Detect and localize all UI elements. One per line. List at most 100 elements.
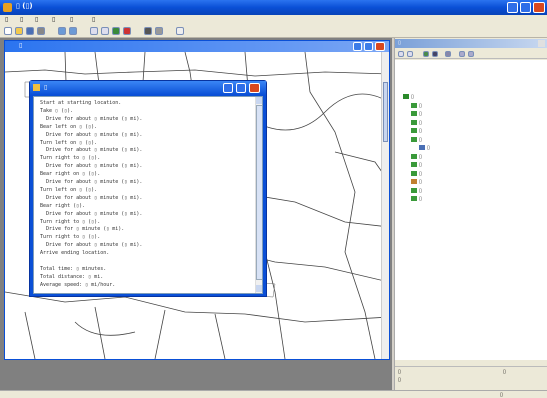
toolbar <box>0 24 547 38</box>
map-minimize-button[interactable] <box>353 42 362 51</box>
app-icon <box>3 3 12 12</box>
direction-line: Bear left on ▯ (▯). <box>40 123 98 130</box>
layer-group-icon <box>403 94 409 99</box>
open-icon[interactable] <box>15 27 23 35</box>
catalog-down-icon[interactable] <box>468 51 474 57</box>
menu-item-window[interactable]: ▯ <box>70 16 73 23</box>
catalog-tree-item[interactable]: ▯ <box>411 196 422 203</box>
map-icon <box>411 187 417 193</box>
status-coords: ▯ <box>500 392 503 398</box>
select-icon[interactable] <box>123 27 131 35</box>
menu-item-view[interactable]: ▯ <box>35 16 38 23</box>
directions-close-button[interactable] <box>249 83 260 93</box>
direction-line: Turn left on ▯ (▯). <box>40 139 98 146</box>
directions-scroll-thumb[interactable] <box>256 105 262 280</box>
catalog-item-label: ▯ <box>419 153 422 160</box>
catalog-footer-sub: ▯ <box>398 377 401 383</box>
direction-line: Drive for about ▯ minute (▯ mi). <box>40 163 143 170</box>
menu-item-edit[interactable]: ▯ <box>20 16 23 23</box>
directions-maximize-button[interactable] <box>236 83 246 93</box>
catalog-footer-left: ▯ <box>398 369 401 375</box>
directions-minimize-button[interactable] <box>223 83 233 93</box>
catalog-close-icon[interactable] <box>538 40 545 47</box>
directions-scrollbar[interactable] <box>255 97 262 293</box>
catalog-tree-item[interactable]: ▯ <box>411 187 422 195</box>
layer-icon <box>411 196 417 201</box>
menu-item-tools[interactable]: ▯ <box>52 16 55 23</box>
catalog-titlebar: ▯ <box>395 39 547 48</box>
catalog-tree-item[interactable]: ▯ <box>411 111 422 118</box>
direction-line: Drive for about ▯ minute (▯ mi). <box>40 194 143 201</box>
direction-line: Turn right to ▯ (▯). <box>40 155 101 162</box>
catalog-db-icon[interactable] <box>432 51 438 57</box>
catalog-item-label: ▯ <box>419 102 422 109</box>
menu-item-file[interactable]: ▯ <box>5 16 8 23</box>
directions-scroll-down[interactable] <box>256 285 262 292</box>
direction-line: Drive for about ▯ minute (▯ mi). <box>40 147 143 154</box>
maximize-button[interactable] <box>520 2 531 13</box>
catalog-tree: ▯ ▯ ▯ ▯ ▯ ▯ ▯ ▯ ▯ ▯ ▯ ▯ ▯ <box>395 60 547 360</box>
layer-icon <box>411 102 417 108</box>
catalog-tree-item[interactable]: ▯ <box>411 179 422 186</box>
menu-item-help[interactable]: ▯ <box>92 16 95 23</box>
catalog-tree-item[interactable]: ▯ <box>411 136 422 144</box>
measure-icon[interactable] <box>155 27 163 35</box>
identify-icon[interactable] <box>112 27 120 35</box>
app-titlebar: ▯ (▯) <box>0 0 547 15</box>
layer-icon <box>411 119 417 125</box>
map-vertical-scrollbar[interactable] <box>381 52 389 359</box>
catalog-up-icon[interactable] <box>459 51 465 57</box>
catalog-item-label: ▯ <box>419 179 422 185</box>
save-icon[interactable] <box>26 27 34 35</box>
layer-icon <box>411 162 417 167</box>
direction-line: Drive for about ▯ minute (▯ mi). <box>40 242 143 249</box>
help-icon[interactable] <box>176 27 184 35</box>
close-button[interactable] <box>533 2 545 13</box>
catalog-item-label: ▯ <box>411 94 414 100</box>
scroll-thumb[interactable] <box>383 82 388 142</box>
layer-icon <box>411 111 417 116</box>
catalog-tree-item[interactable]: ▯ <box>411 128 422 135</box>
catalog-tree-item[interactable]: ▯ <box>411 153 422 161</box>
catalog-footer: ▯ ▯ ▯ <box>395 366 547 384</box>
catalog-remove-icon[interactable] <box>407 51 413 57</box>
catalog-layer-icon[interactable] <box>423 51 429 57</box>
catalog-tree-item[interactable]: ▯ <box>419 145 430 152</box>
zoom-icon[interactable] <box>90 27 98 35</box>
map-maximize-button[interactable] <box>364 42 373 51</box>
catalog-tree-item[interactable]: ▯ <box>403 94 414 101</box>
minimize-button[interactable] <box>507 2 518 13</box>
catalog-tree-item[interactable]: ▯ <box>411 162 422 169</box>
catalog-panel: ▯ ▯ ▯ ▯ ▯ ▯ ▯ ▯ ▯ ▯ ▯ ▯ ▯ ▯ ▯ ▯ ▯ <box>394 38 547 390</box>
layer-icon <box>411 170 417 176</box>
direction-line: Take ▯ (▯). <box>40 107 74 114</box>
catalog-item-label: ▯ <box>419 136 422 143</box>
catalog-item-label: ▯ <box>419 128 422 134</box>
catalog-add-icon[interactable] <box>398 51 404 57</box>
statusbar: ▯ <box>0 390 547 398</box>
directions-text-area[interactable]: Start at starting location. Take ▯ (▯). D… <box>33 96 263 294</box>
directions-window: ▯ Start at starting location. Take ▯ (▯).… <box>29 80 267 297</box>
direction-line: Start at starting location. <box>40 100 122 106</box>
map-window-titlebar: ▯ <box>5 41 389 52</box>
directions-icon <box>33 84 40 91</box>
find-icon[interactable] <box>144 27 152 35</box>
catalog-tree-item[interactable]: ▯ <box>411 102 422 110</box>
directions-scroll-up[interactable] <box>256 97 262 104</box>
new-icon[interactable] <box>4 27 12 35</box>
catalog-toolbar <box>395 49 547 59</box>
pan-icon[interactable] <box>101 27 109 35</box>
table-icon <box>419 145 425 150</box>
map-window-title: ▯ <box>19 42 23 49</box>
app-title: ▯ (▯) <box>16 2 33 10</box>
catalog-item-label: ▯ <box>419 196 422 202</box>
catalog-props-icon[interactable] <box>445 51 451 57</box>
undo-icon[interactable] <box>58 27 66 35</box>
catalog-tree-item[interactable]: ▯ <box>411 119 422 127</box>
direction-line: Bear right (▯). <box>40 202 86 209</box>
catalog-tree-item[interactable]: ▯ <box>411 170 422 178</box>
map-close-button[interactable] <box>375 42 385 51</box>
catalog-item-label: ▯ <box>419 170 422 177</box>
print-icon[interactable] <box>37 27 45 35</box>
redo-icon[interactable] <box>69 27 77 35</box>
